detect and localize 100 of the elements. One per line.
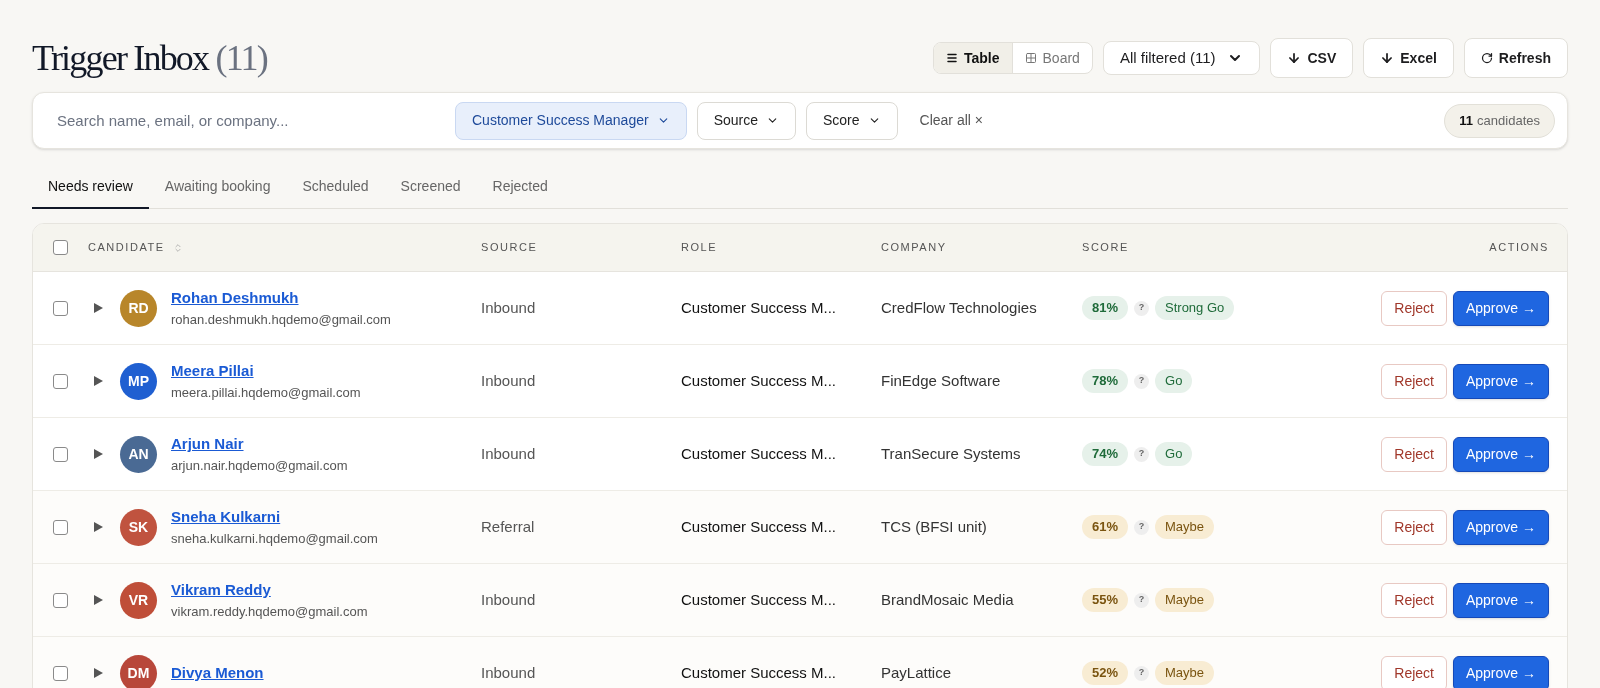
company-cell-text: FinEdge Software (881, 370, 1002, 391)
page-title: Trigger Inbox (11) (32, 37, 267, 80)
candidate-name-link[interactable]: Rohan Deshmukh (171, 287, 391, 310)
help-badge[interactable]: ? (1134, 446, 1150, 462)
approve-button[interactable]: Approve → (1452, 436, 1549, 472)
reject-button[interactable]: Reject (1381, 655, 1447, 688)
column-header: SCORE (1082, 240, 1130, 256)
checkbox[interactable] (53, 373, 68, 389)
verdict-pill: Maybe (1155, 661, 1215, 685)
verdict-pill: Maybe (1155, 515, 1215, 539)
company-cell-text: PayLattice (881, 662, 953, 683)
avatar: VR (120, 581, 157, 619)
score-pill: 78% (1082, 369, 1129, 393)
help-badge[interactable]: ? (1134, 519, 1150, 535)
candidate-name-link[interactable]: Divya Menon (171, 661, 264, 685)
reject-button[interactable]: Reject (1381, 509, 1447, 545)
score-pill: 55% (1082, 588, 1129, 612)
toolbar-button[interactable]: Refresh (1463, 38, 1568, 78)
approve-button[interactable]: Approve → (1452, 363, 1549, 399)
source-cell-text: Inbound (481, 662, 537, 683)
checkbox[interactable] (53, 240, 68, 255)
column-header: ACTIONS (1489, 240, 1549, 256)
role-cell-text: Customer Success M... (681, 516, 838, 537)
checkbox[interactable] (53, 519, 68, 535)
status-tab[interactable]: Rejected (476, 165, 564, 209)
avatar: MP (120, 362, 157, 400)
avatar: DM (120, 654, 157, 688)
checkbox[interactable] (53, 665, 68, 681)
verdict-pill: Strong Go (1155, 296, 1235, 320)
verdict-pill: Go (1155, 369, 1193, 393)
list-icon (946, 52, 958, 64)
view-tab[interactable]: Board (1011, 43, 1092, 73)
role-cell-text: Customer Success M... (681, 662, 838, 683)
help-badge[interactable]: ? (1134, 373, 1150, 389)
reject-button[interactable]: Reject (1381, 363, 1447, 399)
column-header: COMPANY (881, 240, 948, 256)
column-header: ROLE (681, 240, 719, 256)
expand-icon[interactable] (94, 522, 103, 532)
company-cell-text: TranSecure Systems (881, 443, 1022, 464)
approve-button[interactable]: Approve → (1452, 290, 1549, 326)
search-field[interactable]: Search name, email, or company... (45, 101, 445, 140)
source-cell-text: Referral (481, 516, 536, 537)
help-badge[interactable]: ? (1134, 665, 1150, 681)
refresh-icon (1480, 52, 1493, 64)
view-tab[interactable]: Table (934, 43, 1012, 73)
clear-all-link[interactable]: Clear all × (907, 110, 995, 131)
toolbar-button[interactable]: Excel (1363, 38, 1454, 78)
avatar: AN (120, 435, 157, 473)
role-cell-text: Customer Success M... (681, 443, 838, 464)
avatar: RD (120, 289, 157, 327)
filter-dropdown[interactable]: Score (806, 101, 898, 140)
help-badge[interactable]: ? (1134, 592, 1150, 608)
company-cell-text: CredFlow Technologies (881, 297, 1038, 318)
filter-dropdown[interactable]: Customer Success Manager (455, 101, 687, 140)
help-badge[interactable]: ? (1134, 300, 1150, 316)
checkbox[interactable] (53, 300, 68, 316)
filter-dropdown[interactable]: Source (696, 101, 796, 140)
approve-button[interactable]: Approve → (1452, 655, 1549, 688)
avatar: SK (120, 508, 157, 546)
status-tab[interactable]: Screened (384, 165, 477, 209)
toolbar-button[interactable]: CSV (1270, 38, 1354, 78)
score-pill: 52% (1082, 661, 1129, 685)
candidate-email: vikram.reddy.hqdemo@gmail.com (171, 602, 368, 621)
candidate-name-link[interactable]: Meera Pillai (171, 360, 361, 383)
export-select[interactable]: All filtered (11) (1102, 41, 1261, 75)
expand-icon[interactable] (94, 668, 103, 678)
candidate-email: meera.pillai.hqdemo@gmail.com (171, 383, 361, 402)
verdict-pill: Maybe (1155, 588, 1215, 612)
reject-button[interactable]: Reject (1381, 582, 1447, 618)
role-cell-text: Customer Success M... (681, 370, 838, 391)
expand-icon[interactable] (94, 376, 103, 386)
download-icon (1380, 51, 1395, 65)
approve-button[interactable]: Approve → (1452, 509, 1549, 545)
source-cell-text: Inbound (481, 443, 537, 464)
score-pill: 61% (1082, 515, 1129, 539)
title-count: (11) (215, 38, 267, 78)
status-tab[interactable]: Needs review (32, 165, 149, 209)
column-header[interactable]: CANDIDATE (88, 239, 165, 256)
candidate-name-link[interactable]: Vikram Reddy (171, 579, 368, 602)
checkbox[interactable] (53, 592, 68, 608)
score-pill: 74% (1082, 442, 1129, 466)
grid-icon (1024, 52, 1037, 64)
expand-icon[interactable] (94, 303, 103, 313)
status-tab[interactable]: Awaiting booking (148, 165, 287, 209)
column-header: SOURCE (481, 240, 539, 256)
reject-button[interactable]: Reject (1381, 290, 1447, 326)
candidate-email: rohan.deshmukh.hqdemo@gmail.com (171, 310, 391, 329)
expand-icon[interactable] (94, 595, 103, 605)
company-cell-text: BrandMosaic Media (881, 589, 1015, 610)
role-cell-text: Customer Success M... (681, 297, 838, 318)
expand-icon[interactable] (94, 449, 103, 459)
company-cell-text: TCS (BFSI unit) (881, 516, 988, 537)
candidate-name-link[interactable]: Arjun Nair (171, 433, 348, 456)
reject-button[interactable]: Reject (1381, 436, 1447, 472)
approve-button[interactable]: Approve → (1452, 582, 1549, 618)
role-cell-text: Customer Success M... (681, 589, 838, 610)
source-cell-text: Inbound (481, 589, 537, 610)
status-tab[interactable]: Scheduled (286, 165, 385, 209)
checkbox[interactable] (53, 446, 68, 462)
candidate-name-link[interactable]: Sneha Kulkarni (171, 506, 378, 529)
